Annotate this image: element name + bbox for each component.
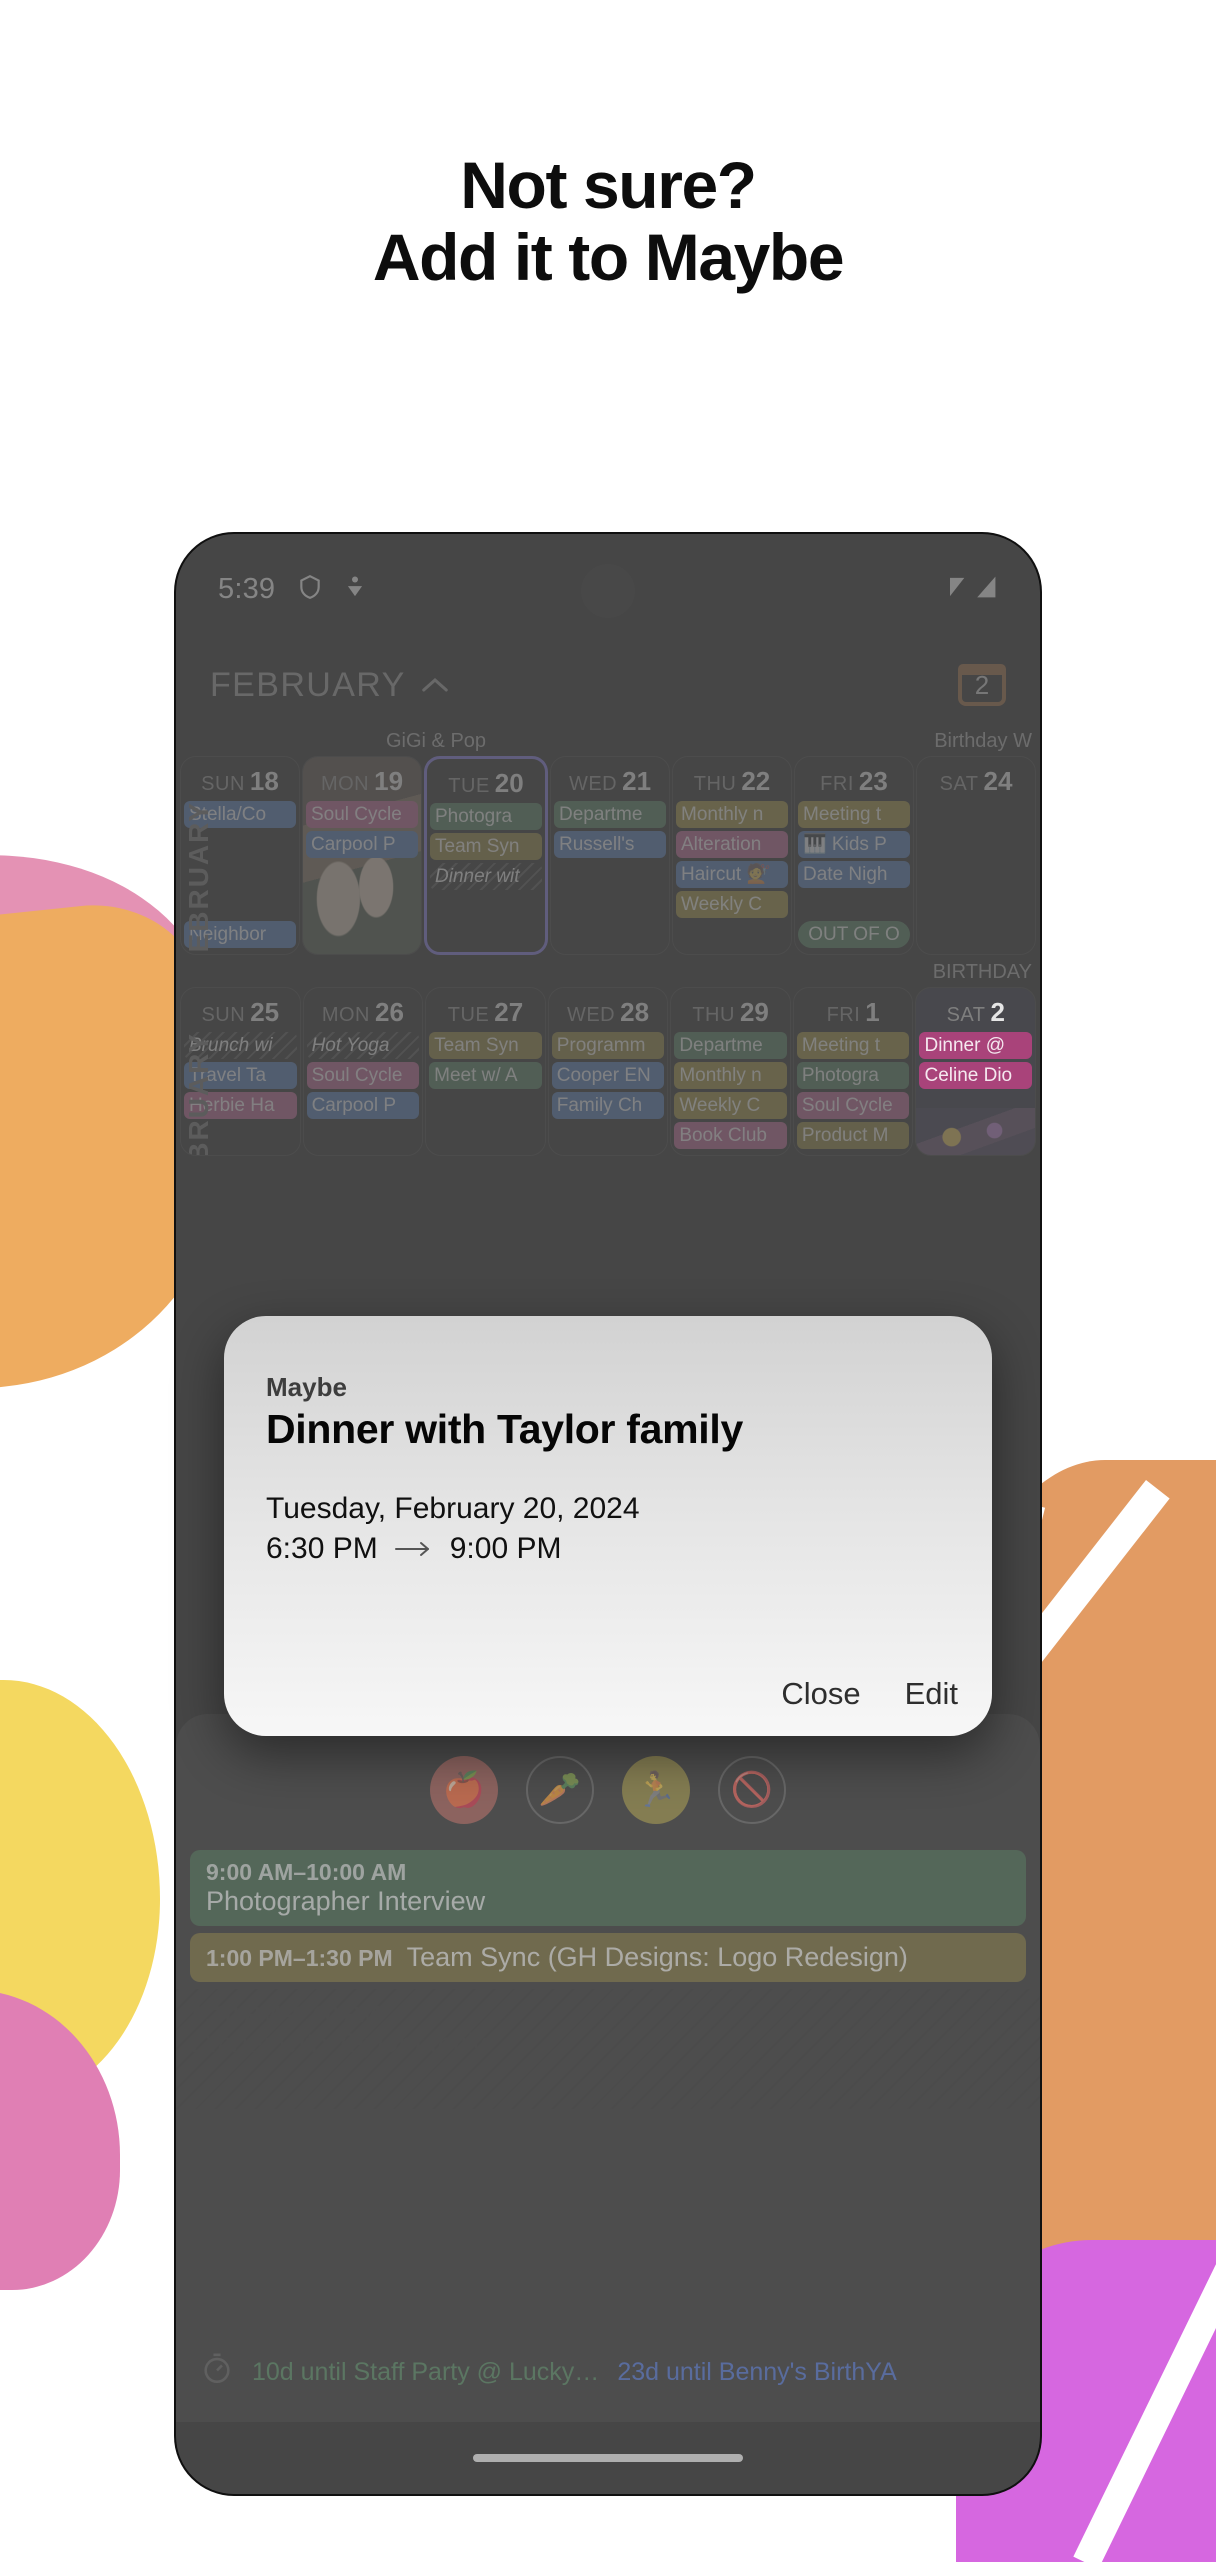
countdown-bar: 10d until Staff Party @ Lucky… 23d until… (176, 2342, 1040, 2402)
carrot-icon[interactable]: 🥕 (526, 1756, 594, 1824)
dialog-actions: Close Edit (781, 1676, 958, 1712)
page-title: Not sure? Add it to Maybe (0, 148, 1216, 294)
apple-icon[interactable]: 🍎 (430, 1756, 498, 1824)
headline-line-2: Add it to Maybe (372, 219, 845, 294)
day-event-time: 6:30 PM–9:00 PM (192, 2001, 379, 2027)
no-alcohol-icon[interactable]: 🚫 (718, 1756, 786, 1824)
day-event-item[interactable]: 9:00 AM–10:00 AM Photographer Interview (190, 1850, 1026, 1926)
headline-line-1: Not sure? (460, 148, 757, 222)
page-root: Not sure? Add it to Maybe 5:39 FEBRUARY … (0, 0, 1216, 2562)
day-event-time: 9:00 AM–10:00 AM (206, 1859, 407, 1885)
event-chip[interactable]: Celine Dio (919, 1062, 1033, 1089)
running-icon[interactable]: 🏃 (622, 1756, 690, 1824)
home-gesture-pill[interactable] (473, 2454, 743, 2462)
day-event-item-maybe[interactable]: 6:30 PM–9:00 PM Dinner with Taylor famil… (176, 1989, 1040, 2109)
day-event-title: Dinner with Taylor family (192, 2028, 486, 2058)
blob-yellow-left (0, 1680, 160, 2100)
android-nav-bar (176, 2422, 1040, 2494)
dialog-date: Tuesday, February 20, 2024 (266, 1492, 640, 1525)
dialog-start-time: 6:30 PM (266, 1532, 378, 1565)
event-detail-dialog: Maybe Dinner with Taylor family Tuesday,… (224, 1316, 992, 1736)
dialog-kicker: Maybe (266, 1372, 347, 1402)
dialog-end-time: 9:00 PM (449, 1532, 562, 1565)
day-number: 2 (990, 997, 1005, 1027)
dialog-title: Dinner with Taylor family (266, 1406, 743, 1452)
blob-pink-lower-left (0, 1990, 120, 2290)
stopwatch-icon (200, 2352, 234, 2393)
day-of-week: SAT (946, 1004, 986, 1026)
day-event-item[interactable]: 1:00 PM–1:30 PM Team Sync (GH Designs: L… (190, 1933, 1026, 1982)
countdown-left[interactable]: 10d until Staff Party @ Lucky… (252, 2358, 599, 2387)
day-event-time: 1:00 PM–1:30 PM (206, 1945, 393, 1971)
close-button[interactable]: Close (781, 1676, 860, 1712)
day-view-sheet: 🍎 🥕 🏃 🚫 9:00 AM–10:00 AM Photographer In… (176, 1714, 1040, 2494)
day-event-title: Team Sync (GH Designs: Logo Redesign) (406, 1942, 908, 1972)
dialog-time-range: 6:30 PM 9:00 PM (266, 1532, 561, 1566)
arrow-right-icon (394, 1539, 434, 1559)
event-chip[interactable]: Dinner @ (919, 1032, 1033, 1059)
countdown-right[interactable]: 23d until Benny's BirthYA (617, 2358, 896, 2387)
edit-button[interactable]: Edit (905, 1676, 958, 1712)
day-event-title: Photographer Interview (206, 1886, 486, 1916)
stripe-c (1073, 2260, 1216, 2562)
